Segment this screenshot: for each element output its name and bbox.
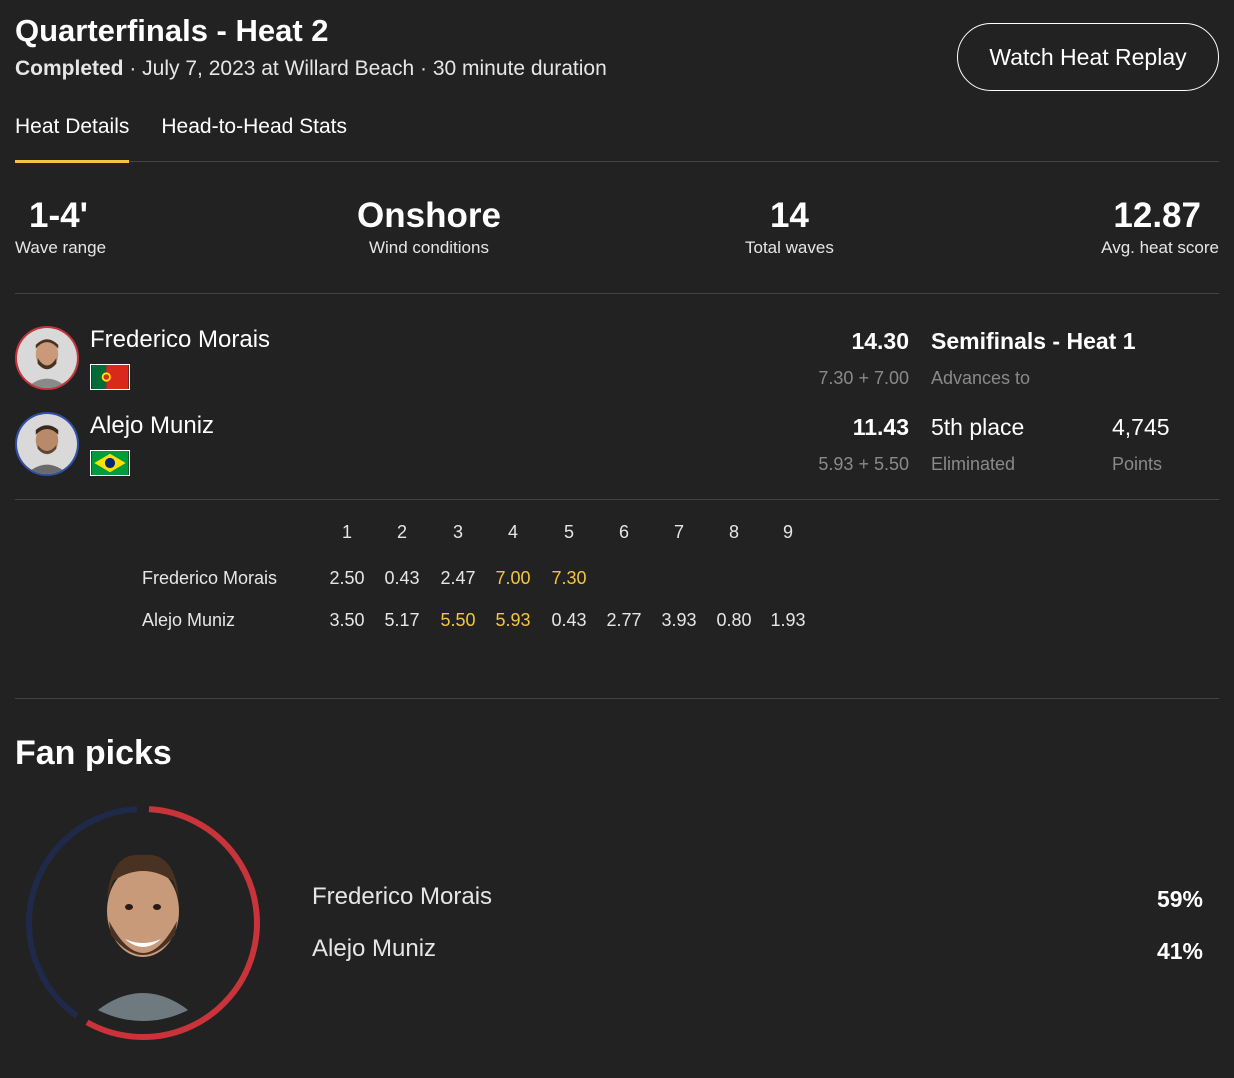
heat-stats: 1-4' Wave range Onshore Wind conditions … bbox=[15, 162, 1219, 294]
avatar[interactable] bbox=[15, 412, 79, 476]
wave-number-header: 2 bbox=[396, 522, 407, 542]
surfer-name[interactable]: Frederico Morais bbox=[90, 326, 270, 354]
leading-surfer-portrait-icon bbox=[83, 854, 203, 1021]
wave-score-cell[interactable]: 2.50 bbox=[319, 568, 375, 589]
wave-score-cell[interactable]: 7.30 bbox=[541, 568, 597, 589]
wave-number-header: 3 bbox=[452, 522, 463, 542]
wave-number-header: 9 bbox=[782, 522, 793, 542]
wave-score-cell[interactable]: 0.80 bbox=[706, 610, 762, 631]
wave-number-header: 7 bbox=[673, 522, 684, 542]
surfer-name[interactable]: Alejo Muniz bbox=[90, 412, 214, 440]
fan-picks-ring bbox=[23, 803, 263, 1043]
wave-score-cell[interactable]: 5.50 bbox=[430, 610, 486, 631]
next-round-link[interactable]: Semifinals - Heat 1 bbox=[931, 326, 1136, 356]
tab-head-to-head[interactable]: Head-to-Head Stats bbox=[161, 112, 347, 162]
wave-score-cell[interactable]: 2.77 bbox=[596, 610, 652, 631]
wave-score-cell[interactable]: 2.47 bbox=[430, 568, 486, 589]
stat-total-waves: 14 Total waves bbox=[745, 195, 834, 259]
surfer-results: Frederico Morais 14.30 7.30 + 7.00 Semif… bbox=[15, 294, 1219, 500]
stat-wind: Onshore Wind conditions bbox=[357, 195, 501, 259]
wave-row-surfer-name: Alejo Muniz bbox=[142, 610, 236, 630]
wave-score-cell[interactable]: 7.00 bbox=[485, 568, 541, 589]
counting-waves: 5.93 + 5.50 bbox=[818, 454, 909, 474]
tab-bar: Heat Details Head-to-Head Stats bbox=[15, 112, 1219, 163]
stat-label: Wind conditions bbox=[368, 238, 489, 257]
fan-pick-percent: 41% bbox=[1156, 938, 1203, 964]
watch-replay-button[interactable]: Watch Heat Replay bbox=[957, 23, 1219, 91]
surfer-portrait-icon bbox=[17, 328, 77, 388]
fan-picks-section: Fan picks Frederico Morais 59% Alejo Mun… bbox=[15, 699, 1219, 1078]
heat-total-score: 14.30 bbox=[851, 328, 909, 354]
wave-score-cell[interactable]: 3.50 bbox=[319, 610, 375, 631]
result-label: Advances to bbox=[931, 368, 1031, 388]
stat-value: 14 bbox=[769, 196, 809, 235]
surfer-row: Frederico Morais 14.30 7.30 + 7.00 Semif… bbox=[15, 326, 1219, 406]
wave-score-cell[interactable]: 1.93 bbox=[760, 610, 816, 631]
stat-avg-score: 12.87 Avg. heat score bbox=[1101, 195, 1219, 259]
fan-pick-name: Alejo Muniz bbox=[312, 935, 437, 962]
stat-value: 12.87 bbox=[1113, 196, 1201, 235]
wave-score-cell[interactable]: 5.93 bbox=[485, 610, 541, 631]
wave-number-header: 1 bbox=[341, 522, 352, 542]
points-value: 4,745 bbox=[1112, 414, 1170, 440]
wave-scores-table: 1 2 3 4 5 6 7 8 9 Frederico Morais 2.50 0.43 2.47 7.0… bbox=[15, 500, 1219, 699]
result-label: Eliminated bbox=[931, 454, 1016, 474]
brazil-flag-icon bbox=[90, 450, 130, 476]
counting-waves: 7.30 + 7.00 bbox=[818, 368, 909, 388]
wave-number-header: 5 bbox=[563, 522, 574, 542]
stat-label: Avg. heat score bbox=[1101, 238, 1219, 257]
heat-header: Quarterfinals - Heat 2 Completed · July … bbox=[15, 12, 1219, 112]
wave-score-cell[interactable]: 0.43 bbox=[374, 568, 430, 589]
stat-label: Wave range bbox=[15, 238, 107, 257]
wave-score-cell[interactable]: 5.17 bbox=[374, 610, 430, 631]
wave-row-surfer-name: Frederico Morais bbox=[142, 568, 278, 588]
tab-heat-details[interactable]: Heat Details bbox=[15, 112, 130, 163]
stat-value: Onshore bbox=[357, 196, 501, 235]
wave-score-cell[interactable]: 0.43 bbox=[541, 610, 597, 631]
final-placing: 5th place bbox=[931, 414, 1025, 440]
status-label: Completed bbox=[15, 57, 124, 80]
surfer-row: Alejo Muniz 11.43 5.93 + 5.50 5th place … bbox=[15, 412, 1219, 492]
heat-meta: · July 7, 2023 at Willard Beach · 30 min… bbox=[123, 57, 607, 80]
wave-number-header: 6 bbox=[618, 522, 629, 542]
wave-number-header: 8 bbox=[728, 522, 739, 542]
stat-value: 1-4' bbox=[29, 196, 88, 235]
wave-number-header: 4 bbox=[507, 522, 518, 542]
avatar[interactable] bbox=[15, 326, 79, 390]
stat-label: Total waves bbox=[745, 238, 834, 257]
stat-wave-range: 1-4' Wave range bbox=[15, 195, 106, 259]
fan-pick-percent: 59% bbox=[1156, 886, 1203, 912]
points-label: Points bbox=[1112, 454, 1163, 474]
surfer-portrait-icon bbox=[17, 414, 77, 474]
wave-score-cell[interactable]: 3.93 bbox=[651, 610, 707, 631]
section-title: Fan picks bbox=[15, 734, 172, 772]
heat-total-score: 11.43 bbox=[852, 414, 909, 440]
fan-pick-name: Frederico Morais bbox=[312, 883, 493, 910]
portugal-flag-icon bbox=[90, 364, 130, 390]
